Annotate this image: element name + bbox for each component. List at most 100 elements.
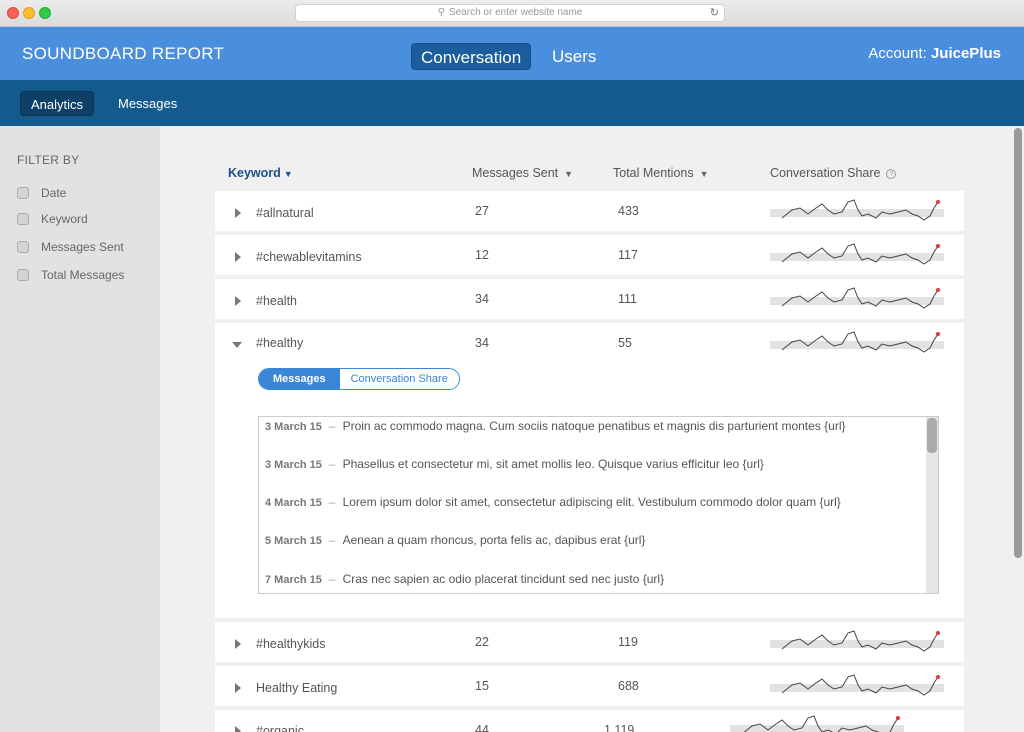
message-text: Aenean a quam rhoncus, porta felis ac, d… (342, 533, 646, 547)
tab-analytics[interactable]: Analytics (20, 91, 95, 116)
row-keyword: #chewablevitamins (256, 250, 362, 264)
keyword-table: Keyword ▼ Messages Sent ▼ Total Mentions ▼ … (160, 126, 1010, 732)
tab-conversation[interactable]: Conversation (411, 43, 532, 70)
message-date: 7 March 15 (265, 574, 322, 586)
page-scrollbar-thumb[interactable] (1014, 128, 1022, 558)
message-text: Lorem ipsum dolor sit amet, consectetur … (342, 495, 841, 509)
filter-messages-sent-checkbox[interactable] (17, 241, 29, 253)
collapse-triangle-icon[interactable] (232, 342, 242, 348)
zoom-window-button[interactable] (39, 7, 51, 19)
table-row[interactable]: #healthykids 22 119 (215, 622, 964, 662)
table-row[interactable]: #organic 44 1,119 (215, 710, 964, 732)
tab-users[interactable]: Users (543, 43, 605, 70)
address-placeholder: Search or enter website name (448, 7, 583, 18)
column-header-keyword[interactable]: Keyword ▼ (228, 166, 293, 180)
row-sent: 34 (475, 292, 489, 306)
row-sent: 44 (475, 723, 489, 732)
close-window-button[interactable] (7, 7, 19, 19)
message-text: Proin ac commodo magna. Cum sociis natoq… (342, 419, 846, 433)
table-row[interactable]: #health 34 111 (215, 279, 964, 319)
row-keyword: #healthykids (256, 637, 326, 651)
filter-total-messages[interactable]: Total Messages (17, 268, 124, 282)
row-mentions: 111 (618, 292, 638, 306)
row-keyword: Healthy Eating (256, 681, 338, 695)
filter-total-messages-checkbox[interactable] (17, 269, 29, 281)
sparkline (770, 331, 944, 353)
detail-view-toggle: Messages Conversation Share (258, 368, 460, 390)
address-bar[interactable]: ⚲ Search or enter website name ↻ (295, 4, 725, 22)
column-header-share[interactable]: Conversation Share? (770, 166, 897, 180)
chevron-down-icon: ▼ (283, 169, 293, 179)
toggle-conversation-share[interactable]: Conversation Share (339, 369, 459, 389)
expand-triangle-icon[interactable] (235, 296, 241, 306)
filter-messages-sent-label: Messages Sent (41, 240, 124, 254)
table-row-expanded[interactable]: #healthy 34 55 Messages Conversation Sha… (215, 323, 964, 618)
tab-messages[interactable]: Messages (108, 91, 187, 116)
filter-keyword-label: Keyword (41, 212, 88, 226)
app-header: SOUNDBOARD REPORT Conversation Users Acc… (0, 27, 1024, 80)
row-keyword: #organic (256, 724, 304, 732)
table-row[interactable]: Healthy Eating 15 688 (215, 666, 964, 706)
row-keyword: #allnatural (256, 206, 314, 220)
account-info[interactable]: Account: JuicePlus (868, 45, 1001, 62)
reload-icon[interactable]: ↻ (710, 5, 719, 21)
browser-toolbar: ⚲ Search or enter website name ↻ (0, 0, 1024, 27)
list-item: 3 March 15– Phasellus et consectetur mi, … (265, 457, 764, 471)
minimize-window-button[interactable] (23, 7, 35, 19)
column-header-sent[interactable]: Messages Sent ▼ (472, 166, 573, 180)
message-date: 3 March 15 (265, 459, 322, 471)
messages-scrollbar[interactable] (926, 417, 938, 593)
row-mentions: 119 (618, 635, 638, 649)
expand-triangle-icon[interactable] (235, 639, 241, 649)
sparkline-band (730, 725, 904, 732)
sub-navigation: Analytics Messages (0, 80, 1024, 126)
filter-date[interactable]: Date (17, 186, 66, 200)
column-header-mentions[interactable]: Total Mentions ▼ (613, 166, 709, 180)
message-date: 3 March 15 (265, 421, 322, 433)
row-mentions: 433 (618, 204, 639, 218)
list-item: 5 March 15– Aenean a quam rhoncus, porta … (265, 533, 646, 547)
sparkline (770, 287, 944, 309)
column-keyword-label: Keyword (228, 166, 281, 180)
table-row[interactable]: #allnatural 27 433 (215, 191, 964, 231)
page-scrollbar[interactable] (1012, 126, 1024, 732)
expand-triangle-icon[interactable] (235, 252, 241, 262)
sparkline-latest-point (936, 200, 940, 204)
message-date: 4 March 15 (265, 497, 322, 509)
messages-list[interactable]: 3 March 15– Proin ac commodo magna. Cum s… (258, 416, 939, 594)
messages-scrollbar-thumb[interactable] (927, 418, 937, 453)
sparkline (770, 243, 944, 265)
expand-triangle-icon[interactable] (235, 683, 241, 693)
row-sent: 12 (475, 248, 489, 262)
table-row[interactable]: #chewablevitamins 12 117 (215, 235, 964, 275)
list-item: 7 March 15– Cras nec sapien ac odio place… (265, 572, 665, 586)
row-sent: 27 (475, 204, 489, 218)
message-text: Phasellus et consectetur mi, sit amet mo… (342, 457, 764, 471)
sparkline (730, 715, 904, 732)
sparkline (770, 630, 944, 652)
sparkline-latest-point (936, 244, 940, 248)
filter-title: FILTER BY (17, 153, 80, 167)
filter-keyword[interactable]: Keyword (17, 212, 88, 226)
row-keyword: #healthy (256, 336, 304, 350)
search-icon: ⚲ (437, 7, 445, 18)
toggle-messages[interactable]: Messages (259, 369, 340, 389)
row-keyword: #health (256, 294, 298, 308)
filter-messages-sent[interactable]: Messages Sent (17, 240, 124, 254)
sparkline-latest-point (896, 716, 900, 720)
filter-sidebar: FILTER BY Date Keyword Messages Sent Tot… (0, 126, 160, 732)
sparkline-latest-point (936, 675, 940, 679)
expand-triangle-icon[interactable] (235, 208, 241, 218)
sparkline-latest-point (936, 288, 940, 292)
filter-date-label: Date (41, 186, 67, 200)
message-date: 5 March 15 (265, 535, 322, 547)
row-mentions: 1,119 (604, 723, 635, 732)
help-icon[interactable]: ? (886, 169, 897, 179)
filter-keyword-checkbox[interactable] (17, 213, 29, 225)
column-mentions-label: Total Mentions (613, 166, 694, 180)
filter-date-checkbox[interactable] (17, 187, 29, 199)
filter-total-messages-label: Total Messages (41, 268, 125, 282)
account-name: JuicePlus (930, 45, 1001, 62)
expand-triangle-icon[interactable] (235, 726, 241, 732)
row-sent: 22 (475, 635, 489, 649)
